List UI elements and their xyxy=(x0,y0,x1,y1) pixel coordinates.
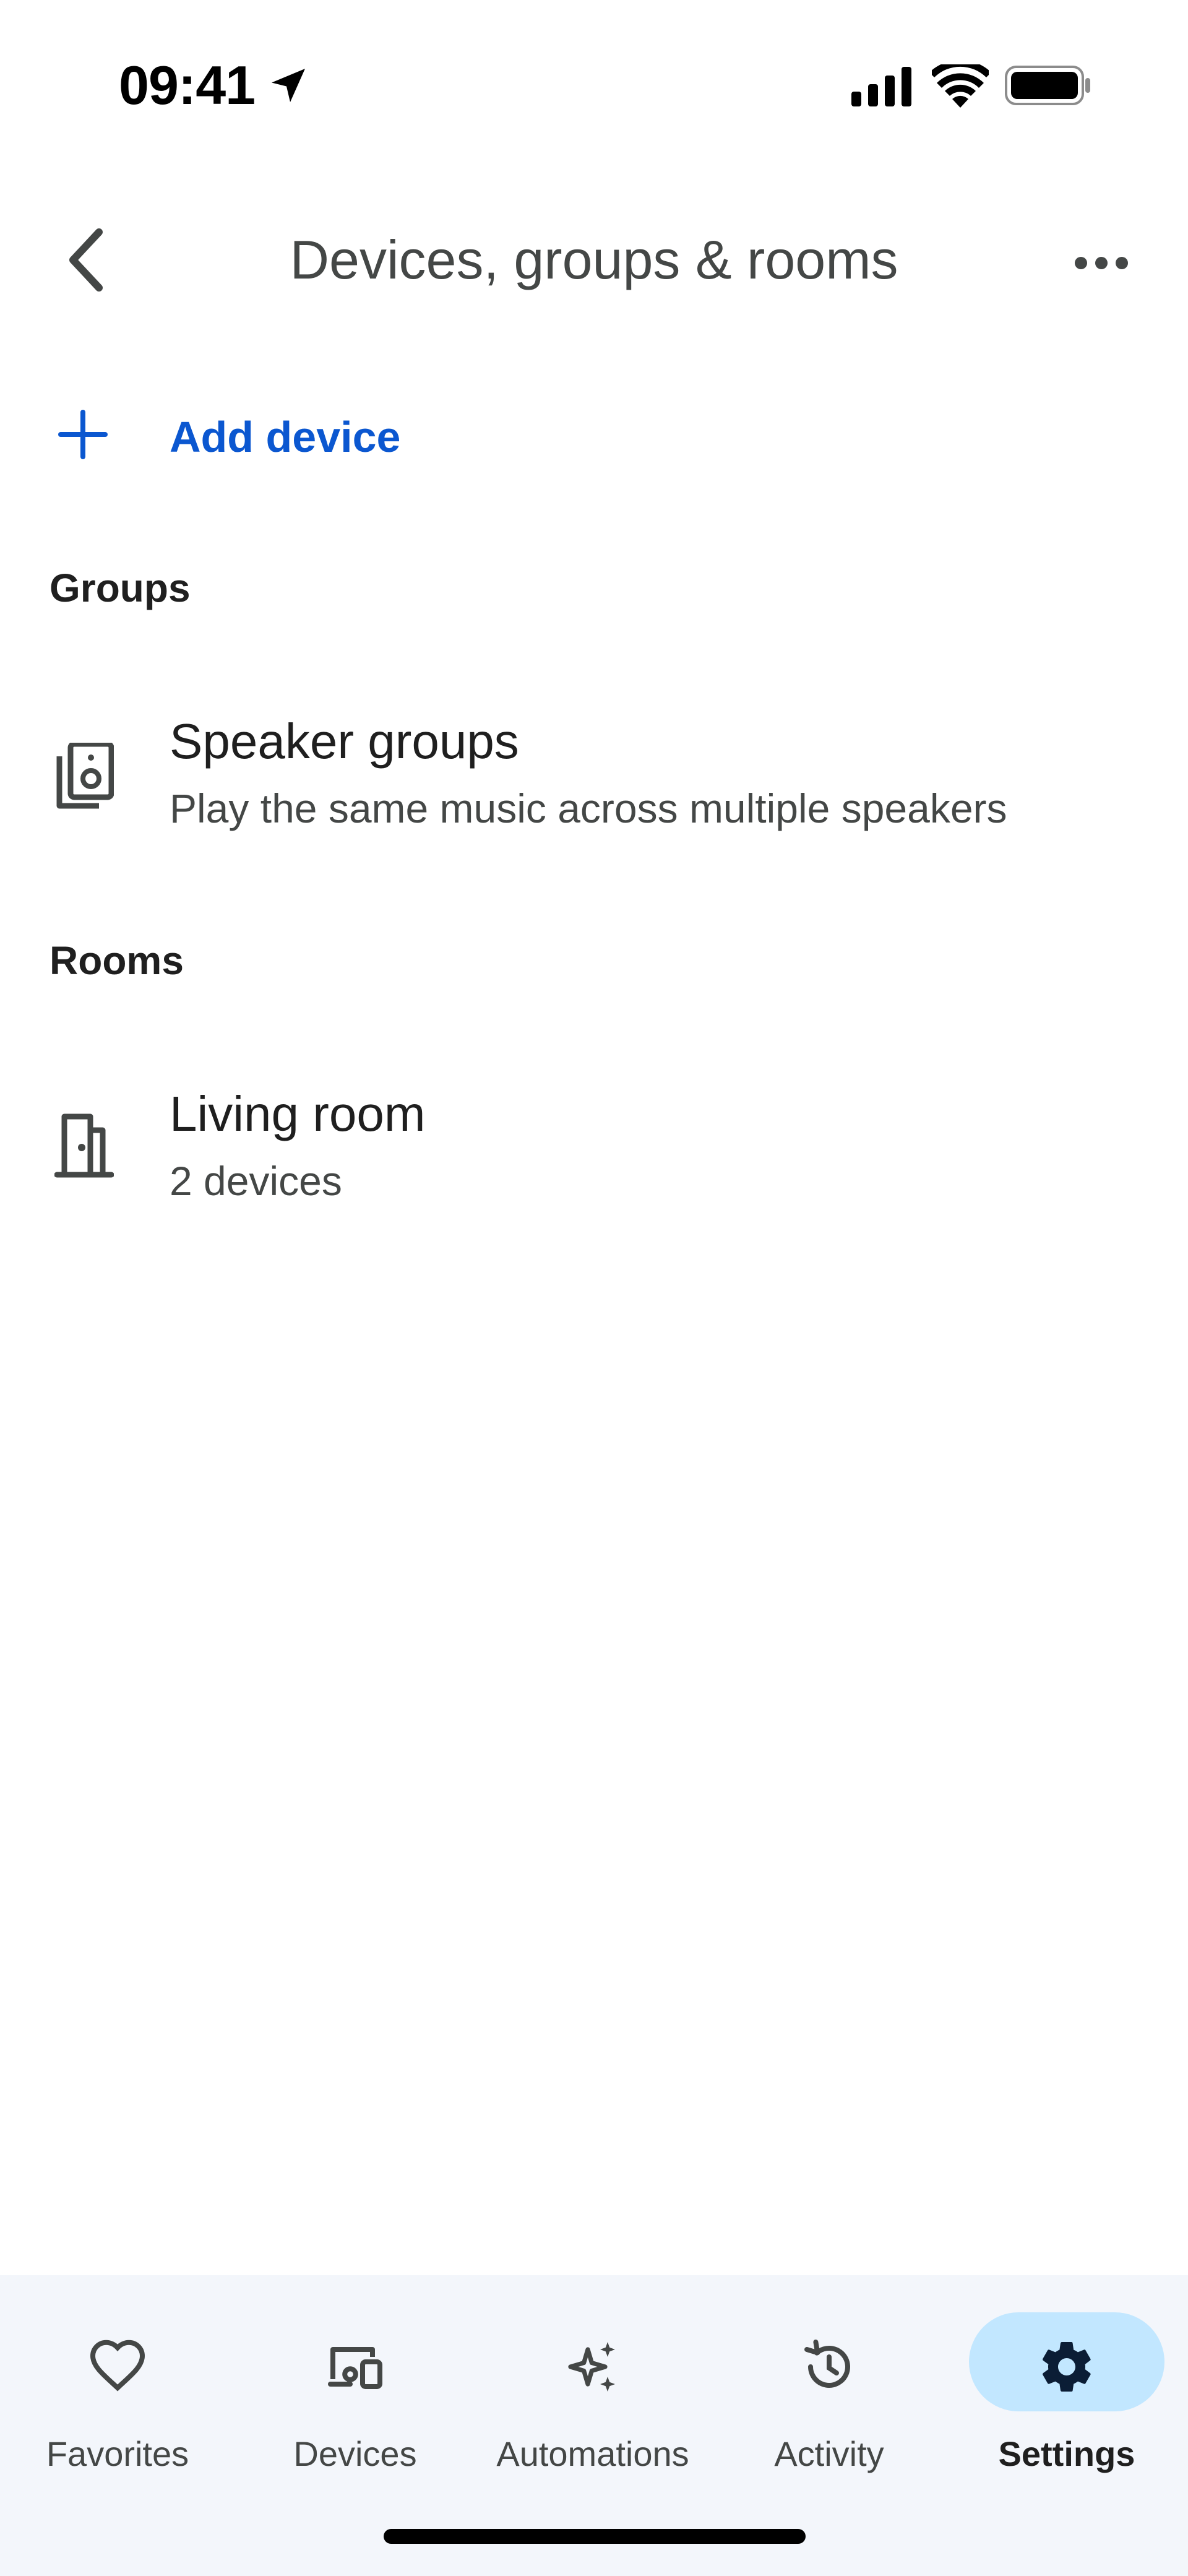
location-arrow-icon xyxy=(272,69,305,102)
status-bar: 09:41 xyxy=(0,0,1188,155)
page-title: Devices, groups & rooms xyxy=(290,229,898,290)
nav-devices[interactable]: Devices xyxy=(238,2312,473,2486)
nav-label: Automations xyxy=(496,2434,689,2473)
door-icon xyxy=(54,1113,114,1178)
sparkle-icon xyxy=(568,2342,615,2392)
plus-icon xyxy=(58,410,108,459)
add-device-button[interactable]: Add device xyxy=(0,384,1188,483)
more-horizontal-icon xyxy=(1075,257,1128,269)
nav-favorites[interactable]: Favorites xyxy=(0,2312,235,2486)
devices-icon xyxy=(328,2347,382,2389)
rooms-heading: Rooms xyxy=(50,938,184,983)
list-item-title: Living room xyxy=(170,1086,426,1141)
cellular-signal-icon xyxy=(851,67,911,106)
bottom-navigation: Favorites Devices Automations Activity S… xyxy=(0,2275,1188,2576)
list-item-speaker-groups[interactable]: Speaker groups Play the same music acros… xyxy=(0,699,1188,860)
wifi-icon xyxy=(932,64,989,108)
nav-label: Activity xyxy=(774,2434,884,2473)
list-item-title: Speaker groups xyxy=(170,714,519,769)
home-indicator[interactable] xyxy=(384,2529,806,2544)
list-item-subtitle: Play the same music across multiple spea… xyxy=(170,785,1007,831)
more-options-button[interactable] xyxy=(1064,229,1138,297)
nav-label: Devices xyxy=(293,2434,417,2473)
battery-icon xyxy=(1005,66,1090,105)
gear-icon xyxy=(1043,2342,1091,2392)
nav-settings[interactable]: Settings xyxy=(949,2312,1184,2486)
status-time: 09:41 xyxy=(119,54,256,116)
groups-heading: Groups xyxy=(50,566,191,610)
history-icon xyxy=(804,2340,850,2388)
nav-label: Settings xyxy=(998,2434,1135,2473)
speaker-group-icon xyxy=(56,743,114,809)
chevron-left-icon xyxy=(69,228,103,292)
nav-automations[interactable]: Automations xyxy=(475,2312,710,2486)
add-device-label: Add device xyxy=(170,413,401,461)
list-item-living-room[interactable]: Living room 2 devices xyxy=(0,1072,1188,1233)
heart-icon xyxy=(90,2340,145,2392)
back-button[interactable] xyxy=(50,223,124,297)
list-item-subtitle: 2 devices xyxy=(170,1158,342,1204)
nav-label: Favorites xyxy=(46,2434,189,2473)
nav-activity[interactable]: Activity xyxy=(712,2312,947,2486)
